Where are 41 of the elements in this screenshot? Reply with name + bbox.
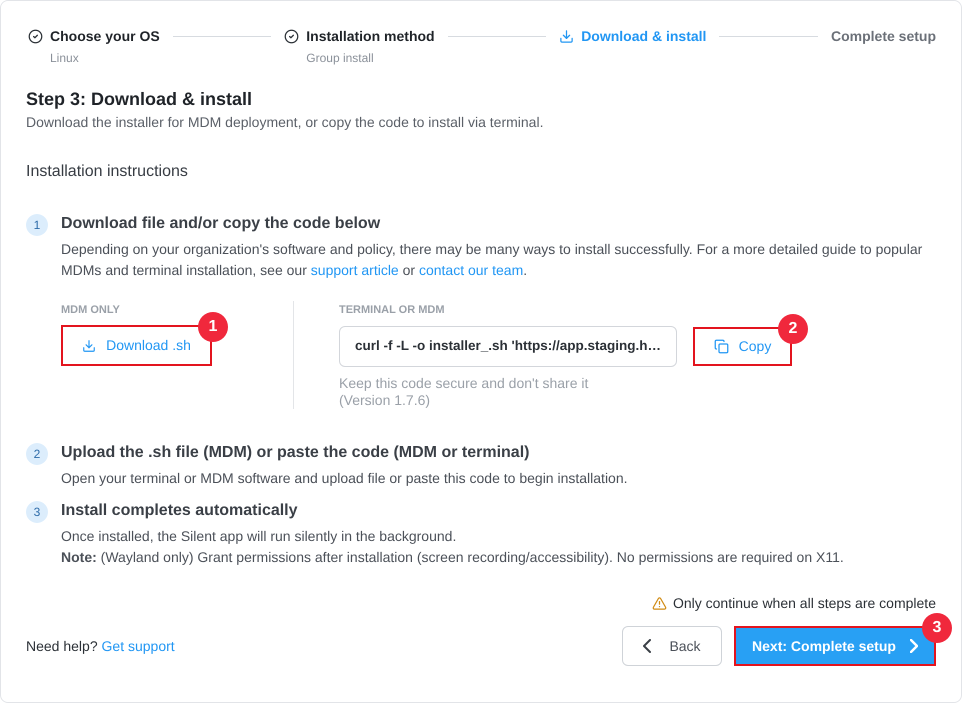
step-label[interactable]: Choose your OS [50,26,160,46]
step-description: Once installed, the Silent app will run silently in the background. [61,527,458,546]
support-link[interactable]: Get support [102,638,175,654]
step-title: Upload the .sh file (MDM) or paste the code (MDM or terminal) [61,443,530,463]
step-description: Depending on your organization's software and policy, there may be many ways to install successfully. For a more detailed guide to popular MDMs and terminal installation, see our support article or contact our team. [61,240,924,280]
page-subtitle: Download the installer for MDM deployment, or copy the code to install via terminal. [26,113,544,132]
step-label[interactable]: Complete setup [831,26,936,46]
step-number: 3 [26,501,48,523]
warning-text: Only continue when all steps are complete [672,594,936,612]
warning-icon [652,596,667,610]
column-label: MDM ONLY [61,303,120,317]
section-title: Installation instructions [26,162,189,182]
step-title: Install completes automatically [61,501,299,521]
step-label[interactable]: Download & install [581,26,706,46]
download-icon [559,28,574,44]
callout-badge: 2 [778,314,808,344]
hint-text: Keep this code secure and don't share it [339,375,588,392]
back-button[interactable]: Back [622,626,722,666]
callout-badge: 1 [198,312,228,342]
step-number: 1 [26,214,48,236]
help-text: Need help? Get support [26,637,175,656]
column-label: TERMINAL OR MDM [339,303,445,317]
step-number: 2 [26,443,48,465]
step-label[interactable]: Installation method [306,26,435,46]
download-icon [82,338,96,352]
chevron-left-icon [643,639,652,653]
version-text: (Version 1.7.6) [339,392,430,409]
check-circle-icon [284,28,300,44]
step-title: Download file and/or copy the code below [61,214,382,234]
note-text: Note: (Wayland only) Grant permissions after installation (screen recording/accessibility). No permissions are required on X11. [61,548,845,567]
step-sublabel: Linux [50,50,80,66]
code-field[interactable]: curl -f -L -o installer_.sh 'https://app.staging.h… [339,326,677,367]
chevron-right-icon [910,639,918,653]
page-title: Step 3: Download & install [26,88,254,111]
check-circle-icon [28,28,43,44]
text-link[interactable]: contact our team [418,262,524,278]
copy-icon [714,339,729,354]
callout-badge: 3 [922,613,952,643]
text-link[interactable]: support article [310,262,399,278]
step-sublabel: Group install [306,50,375,66]
step-description: Open your terminal or MDM software and upload file or paste this code to begin installation. [61,469,629,488]
